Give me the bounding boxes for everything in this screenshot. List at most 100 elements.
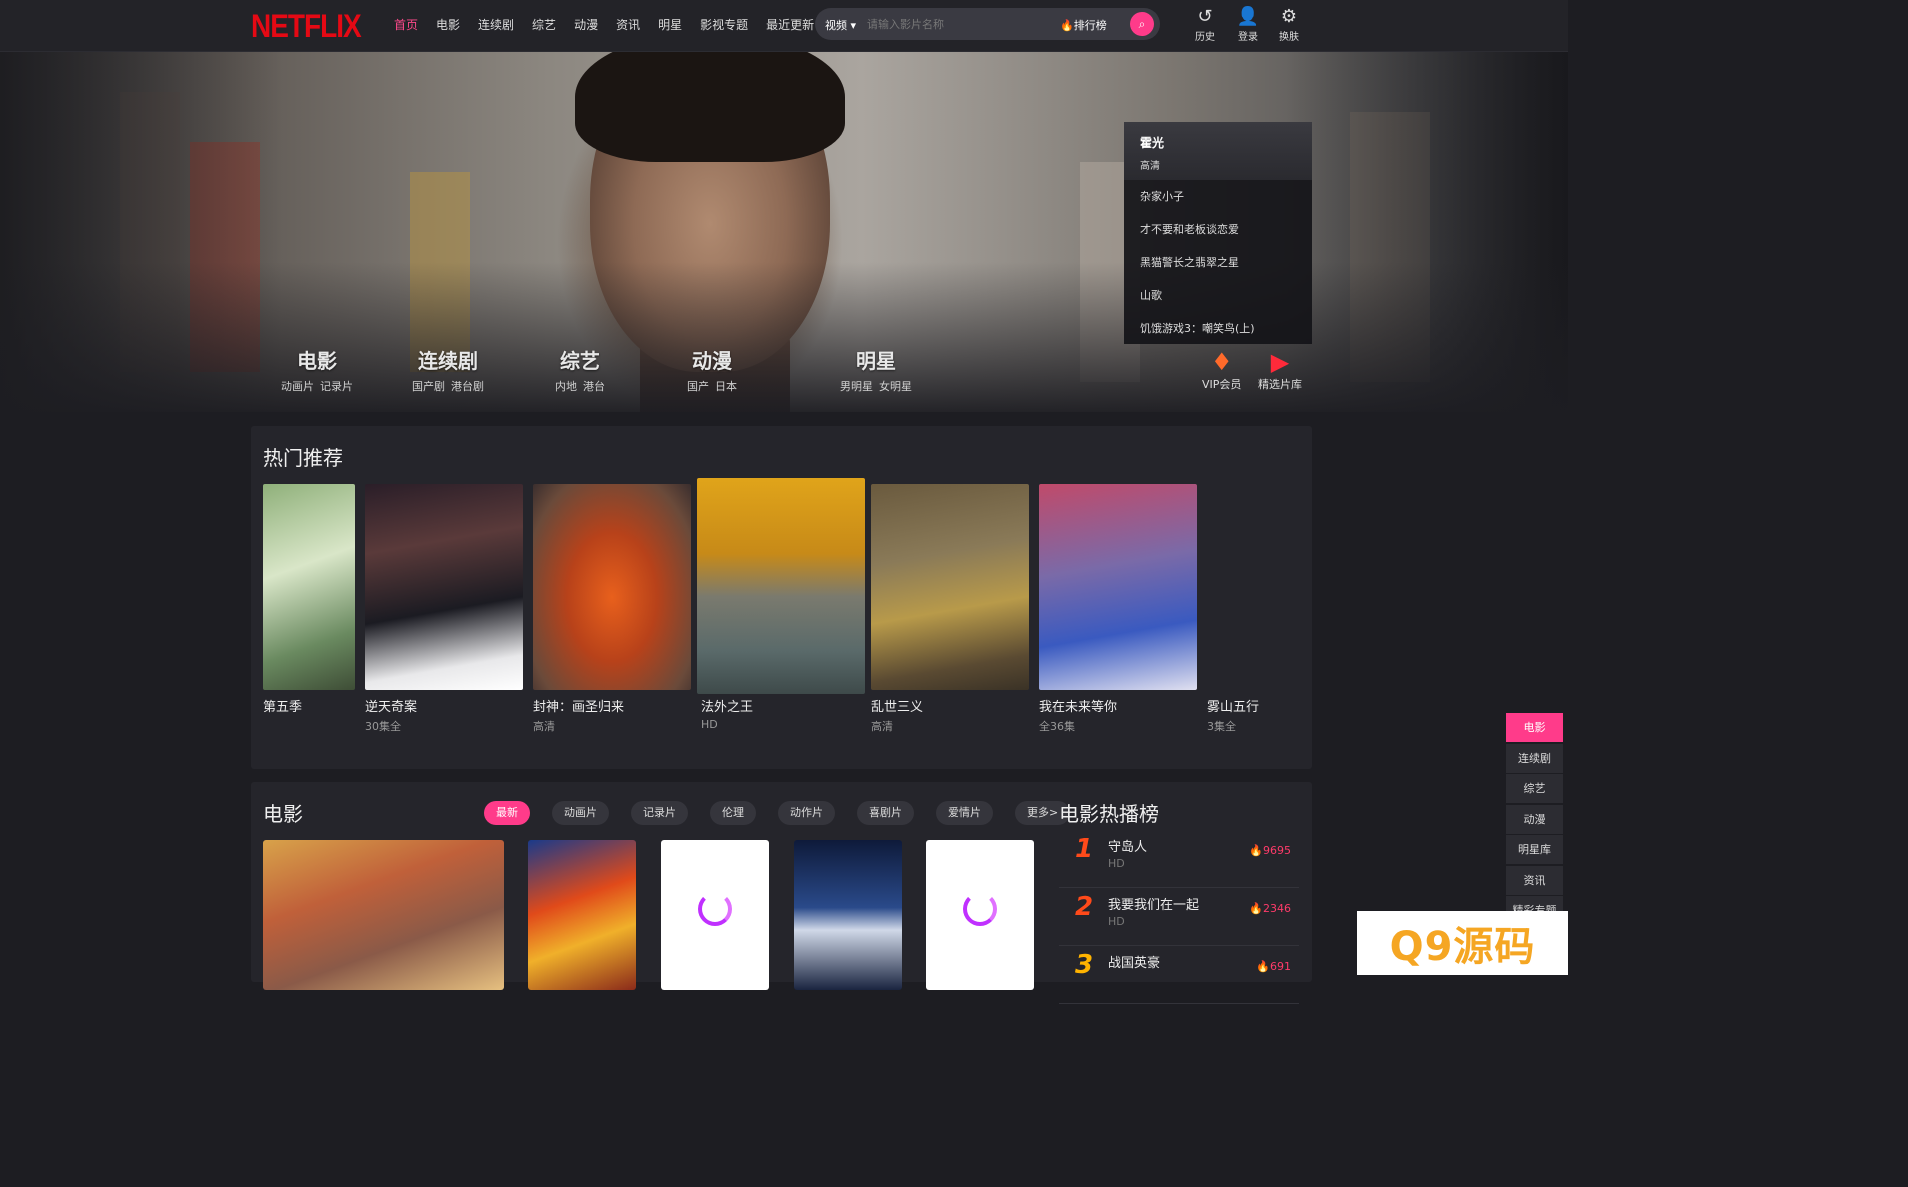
banner-sub-link[interactable]: 男明星 bbox=[840, 380, 873, 393]
rank-hot-value: 9695 bbox=[1263, 844, 1291, 857]
history-icon: ↺ bbox=[1197, 6, 1213, 27]
poster-title[interactable]: 第五季 bbox=[263, 696, 302, 715]
site-logo[interactable]: NETFLIX bbox=[251, 8, 362, 45]
loading-spinner-icon bbox=[698, 892, 732, 926]
float-item-series[interactable]: 连续剧 bbox=[1506, 743, 1563, 774]
rank-row[interactable]: 2 我要我们在一起 HD 🔥2346 bbox=[1059, 888, 1299, 946]
rank-row[interactable]: 3 战国英豪 🔥691 bbox=[1059, 946, 1299, 1004]
poster-card[interactable] bbox=[365, 484, 523, 690]
movie-card[interactable] bbox=[263, 840, 504, 990]
float-item-variety[interactable]: 综艺 bbox=[1506, 774, 1563, 804]
poster-title[interactable]: 封神：画圣归来 bbox=[533, 696, 624, 715]
skin-label: 换肤 bbox=[1279, 32, 1299, 43]
poster-title[interactable]: 乱世三义 bbox=[871, 696, 923, 715]
nav-movie[interactable]: 电影 bbox=[436, 16, 460, 33]
poster-title[interactable]: 逆天奇案 bbox=[365, 696, 417, 715]
banner-sub-link[interactable]: 国产剧 bbox=[412, 380, 445, 393]
tag-romance[interactable]: 爱情片 bbox=[936, 801, 993, 825]
tag-comedy[interactable]: 喜剧片 bbox=[857, 801, 914, 825]
rank-number: 2 bbox=[1075, 892, 1094, 922]
login-label: 登录 bbox=[1238, 32, 1258, 43]
rank-hot: 🔥691 bbox=[1256, 960, 1291, 973]
playlist-current-quality: 高清 bbox=[1140, 161, 1160, 172]
loading-spinner-icon bbox=[963, 892, 997, 926]
search-category-dropdown[interactable]: 视频 ▾ bbox=[825, 17, 856, 33]
playlist-item[interactable]: 杂家小子 bbox=[1124, 180, 1312, 213]
tag-latest[interactable]: 最新 bbox=[484, 801, 530, 825]
poster-image bbox=[533, 484, 691, 690]
playlist-item[interactable]: 黑猫警长之翡翠之星 bbox=[1124, 246, 1312, 279]
nav-series[interactable]: 连续剧 bbox=[478, 16, 514, 33]
fire-icon: 🔥 bbox=[1256, 960, 1270, 973]
movie-card[interactable] bbox=[661, 840, 769, 990]
rank-quality: HD bbox=[1108, 857, 1125, 870]
float-item-stars[interactable]: 明星库 bbox=[1506, 835, 1563, 865]
poster-card[interactable] bbox=[263, 484, 355, 690]
banner-sub-link[interactable]: 港台 bbox=[583, 380, 605, 393]
hero-banner[interactable]: 电影 动画片 记录片 连续剧 国产剧 港台剧 综艺 内地 港台 动漫 国产 日本 明星 … bbox=[0, 52, 1568, 412]
library-button[interactable]: ▶ 精选片库 bbox=[1258, 348, 1302, 392]
login-button[interactable]: 👤 登录 bbox=[1233, 6, 1263, 43]
poster-card[interactable] bbox=[871, 484, 1029, 690]
banner-sub-link[interactable]: 记录片 bbox=[320, 380, 353, 393]
banner-sub-link[interactable]: 日本 bbox=[715, 380, 737, 393]
banner-sub-link[interactable]: 港台剧 bbox=[451, 380, 484, 393]
poster-note: 全36集 bbox=[1039, 720, 1075, 733]
banner-sub-link[interactable]: 动画片 bbox=[281, 380, 314, 393]
banner-cat-movie[interactable]: 电影 动画片 记录片 bbox=[276, 345, 358, 394]
skin-button[interactable]: ⚙ 换肤 bbox=[1274, 6, 1304, 43]
banner-cat-series[interactable]: 连续剧 国产剧 港台剧 bbox=[406, 345, 490, 394]
playlist-current[interactable]: 霍光 高清 bbox=[1124, 122, 1312, 180]
nav-home[interactable]: 首页 bbox=[394, 16, 418, 33]
tag-documentary[interactable]: 记录片 bbox=[631, 801, 688, 825]
fire-icon: 🔥 bbox=[1060, 19, 1074, 32]
banner-cat-stars[interactable]: 明星 男明星 女明星 bbox=[834, 345, 918, 394]
nav-anime[interactable]: 动漫 bbox=[574, 16, 598, 33]
gear-icon: ⚙ bbox=[1280, 6, 1298, 27]
search-button[interactable]: ⌕ bbox=[1130, 12, 1154, 36]
poster-card[interactable] bbox=[697, 478, 865, 694]
banner-sub-link[interactable]: 国产 bbox=[687, 380, 709, 393]
movie-card[interactable] bbox=[794, 840, 902, 990]
poster-title[interactable]: 雾山五行 bbox=[1207, 696, 1259, 715]
float-item-anime[interactable]: 动漫 bbox=[1506, 804, 1563, 835]
playlist-item[interactable]: 饥饿游戏3：嘲笑鸟(上) bbox=[1124, 312, 1312, 344]
nav-recent[interactable]: 最近更新 bbox=[766, 16, 814, 33]
movie-card[interactable] bbox=[926, 840, 1034, 990]
playlist-item[interactable]: 山歌 bbox=[1124, 279, 1312, 312]
banner-cat-subs: 动画片 记录片 bbox=[276, 378, 358, 394]
vip-button[interactable]: ♦ VIP会员 bbox=[1202, 348, 1241, 392]
tag-action[interactable]: 动作片 bbox=[778, 801, 835, 825]
float-item-news[interactable]: 资讯 bbox=[1506, 865, 1563, 896]
float-item-movie[interactable]: 电影 bbox=[1506, 713, 1563, 743]
tag-animation[interactable]: 动画片 bbox=[552, 801, 609, 825]
nav-news[interactable]: 资讯 bbox=[616, 16, 640, 33]
banner-playlist: 霍光 高清 杂家小子 才不要和老板谈恋爱 黑猫警长之翡翠之星 山歌 饥饿游戏3：… bbox=[1124, 122, 1312, 344]
rank-row[interactable]: 1 守岛人 HD 🔥9695 bbox=[1059, 830, 1299, 888]
poster-note: 3集全 bbox=[1207, 720, 1236, 733]
poster-title[interactable]: 法外之王 bbox=[701, 696, 753, 715]
nav-topics[interactable]: 影视专题 bbox=[700, 16, 748, 33]
poster-note: 高清 bbox=[871, 720, 893, 733]
poster-note: 高清 bbox=[533, 720, 555, 733]
nav-stars[interactable]: 明星 bbox=[658, 16, 682, 33]
movie-card[interactable] bbox=[528, 840, 636, 990]
vip-label: VIP会员 bbox=[1202, 378, 1242, 391]
banner-sub-link[interactable]: 女明星 bbox=[879, 380, 912, 393]
banner-sub-link[interactable]: 内地 bbox=[555, 380, 577, 393]
poster-card[interactable] bbox=[1039, 484, 1197, 690]
banner-cat-subs: 内地 港台 bbox=[550, 378, 610, 394]
poster-card[interactable] bbox=[533, 484, 691, 690]
poster-title[interactable]: 我在未来等你 bbox=[1039, 696, 1117, 715]
rank-name: 战国英豪 bbox=[1108, 956, 1161, 971]
tag-ethics[interactable]: 伦理 bbox=[710, 801, 756, 825]
banner-cat-anime[interactable]: 动漫 国产 日本 bbox=[682, 345, 742, 394]
banner-cat-variety[interactable]: 综艺 内地 港台 bbox=[550, 345, 610, 394]
rank-link[interactable]: 🔥排行榜 bbox=[1060, 17, 1107, 33]
nav-variety[interactable]: 综艺 bbox=[532, 16, 556, 33]
rank-hot-value: 2346 bbox=[1263, 902, 1291, 915]
search-input[interactable] bbox=[867, 14, 1047, 34]
playlist-item[interactable]: 才不要和老板谈恋爱 bbox=[1124, 213, 1312, 246]
banner-cat-title: 明星 bbox=[856, 349, 896, 373]
history-button[interactable]: ↺ 历史 bbox=[1190, 6, 1220, 43]
